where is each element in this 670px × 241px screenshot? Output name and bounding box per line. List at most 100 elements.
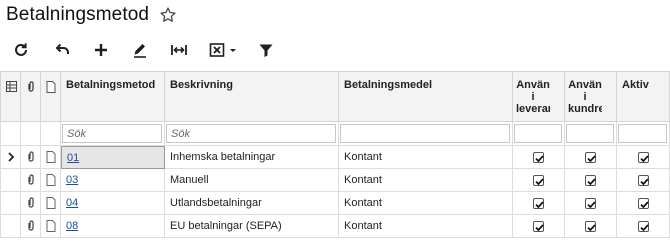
- filter-input-means[interactable]: [341, 125, 509, 142]
- table-row[interactable]: 03 Manuell Kontant: [0, 169, 670, 192]
- current-row-arrow-icon: [8, 152, 15, 162]
- paperclip-icon: [28, 81, 34, 92]
- code-link[interactable]: 04: [66, 192, 78, 214]
- column-header-active[interactable]: Aktiv: [617, 71, 670, 122]
- undo-icon: [55, 43, 69, 54]
- active-checkbox[interactable]: [637, 151, 649, 163]
- filter-input-use-customer[interactable]: [567, 125, 613, 142]
- use-supplier-checkbox[interactable]: [533, 220, 544, 232]
- row-attachment-cell[interactable]: [21, 169, 41, 192]
- column-header-use-customer[interactable]: Använ i kundre: [565, 71, 617, 122]
- undo-button[interactable]: [49, 36, 75, 64]
- use-supplier-checkbox[interactable]: [533, 151, 544, 163]
- column-header-code-label: Betalningsmetod: [66, 79, 156, 91]
- pencil-icon: [134, 44, 146, 58]
- cell-code[interactable]: 04: [61, 192, 165, 215]
- filter-spacer: [41, 122, 61, 146]
- cell-description[interactable]: Inhemska betalningar: [165, 146, 339, 169]
- row-attachment-cell[interactable]: [21, 146, 41, 169]
- edit-button[interactable]: [127, 36, 153, 64]
- filter-cell-code: [61, 122, 165, 146]
- grid-settings-cell[interactable]: [0, 71, 21, 122]
- code-link[interactable]: 01: [67, 147, 79, 168]
- row-note-cell[interactable]: [41, 215, 61, 238]
- use-customer-checkbox[interactable]: [585, 220, 596, 232]
- row-attachment-cell[interactable]: [21, 192, 41, 215]
- note-header-cell: [41, 71, 61, 122]
- use-customer-checkbox[interactable]: [585, 197, 596, 209]
- column-header-use-supplier[interactable]: Använ i leverar: [513, 71, 565, 122]
- document-icon: [46, 81, 56, 93]
- filter-input-use-supplier[interactable]: [515, 125, 561, 142]
- code-link[interactable]: 08: [66, 215, 78, 237]
- attachment-header-cell: [21, 71, 41, 122]
- cell-use-supplier: [513, 169, 565, 192]
- description-text: EU betalningar (SEPA): [170, 220, 282, 232]
- row-note-cell[interactable]: [41, 169, 61, 192]
- filter-cell-description: [165, 122, 339, 146]
- active-checkbox[interactable]: [637, 174, 649, 186]
- document-icon: [46, 197, 56, 209]
- column-header-means[interactable]: Betalningsmedel: [339, 71, 513, 122]
- filter-input-active[interactable]: [619, 125, 666, 142]
- use-customer-checkbox[interactable]: [585, 151, 596, 163]
- filter-icon: [259, 44, 273, 57]
- row-selector[interactable]: [0, 192, 21, 215]
- description-text: Utlandsbetalningar: [170, 197, 262, 209]
- cell-use-customer: [565, 169, 617, 192]
- paperclip-icon: [28, 151, 34, 162]
- cell-code[interactable]: 08: [61, 215, 165, 238]
- filter-input-code[interactable]: [63, 125, 161, 142]
- column-header-description-label: Beskrivning: [170, 79, 233, 91]
- column-header-means-label: Betalningsmedel: [344, 79, 433, 91]
- row-selector[interactable]: [0, 215, 21, 238]
- export-excel-button[interactable]: [207, 36, 241, 64]
- row-note-cell[interactable]: [41, 192, 61, 215]
- code-link[interactable]: 03: [66, 169, 78, 191]
- cell-description[interactable]: Utlandsbetalningar: [165, 192, 339, 215]
- cell-use-customer: [565, 192, 617, 215]
- row-selector[interactable]: [0, 146, 21, 169]
- means-text: Kontant: [344, 174, 382, 186]
- active-checkbox[interactable]: [637, 220, 649, 232]
- use-supplier-checkbox[interactable]: [533, 174, 544, 186]
- cell-code[interactable]: 03: [61, 169, 165, 192]
- refresh-icon: [15, 43, 27, 56]
- cell-means[interactable]: Kontant: [339, 169, 513, 192]
- table-row[interactable]: 08 EU betalningar (SEPA) Kontant: [0, 215, 670, 238]
- row-note-cell[interactable]: [41, 146, 61, 169]
- add-button[interactable]: [88, 36, 114, 64]
- grid-layout-icon: [6, 81, 17, 92]
- cell-means[interactable]: Kontant: [339, 192, 513, 215]
- cell-use-supplier: [513, 215, 565, 238]
- table-row[interactable]: 01 Inhemska betalningar Kontant: [0, 146, 670, 169]
- active-checkbox[interactable]: [637, 197, 649, 209]
- use-customer-checkbox[interactable]: [585, 174, 596, 186]
- column-header-use-customer-label: Använ i kundre: [568, 79, 602, 115]
- filter-input-description[interactable]: [167, 125, 335, 142]
- table-row[interactable]: 04 Utlandsbetalningar Kontant: [0, 192, 670, 215]
- use-supplier-checkbox[interactable]: [533, 197, 544, 209]
- page-title: Betalningsmetod: [6, 4, 150, 25]
- cell-description[interactable]: Manuell: [165, 169, 339, 192]
- description-text: Inhemska betalningar: [170, 151, 276, 163]
- filter-button[interactable]: [253, 36, 279, 64]
- column-header-description[interactable]: Beskrivning: [165, 71, 339, 122]
- column-header-code[interactable]: Betalningsmetod: [61, 71, 165, 122]
- cell-means[interactable]: Kontant: [339, 146, 513, 169]
- cell-description[interactable]: EU betalningar (SEPA): [165, 215, 339, 238]
- row-selector[interactable]: [0, 169, 21, 192]
- filter-cell-use-supplier: [513, 122, 565, 146]
- refresh-button[interactable]: [8, 36, 34, 64]
- page-header: Betalningsmetod: [6, 2, 177, 28]
- cell-means[interactable]: Kontant: [339, 215, 513, 238]
- filter-cell-means: [339, 122, 513, 146]
- paperclip-icon: [28, 174, 34, 185]
- row-attachment-cell[interactable]: [21, 215, 41, 238]
- star-outline-icon[interactable]: [159, 6, 177, 24]
- cell-code[interactable]: 01: [61, 146, 165, 169]
- excel-dropdown-icon: [209, 43, 236, 57]
- fit-columns-button[interactable]: [166, 36, 192, 64]
- filter-spacer: [21, 122, 41, 146]
- column-header-use-supplier-label: Använ i leverar: [516, 79, 550, 115]
